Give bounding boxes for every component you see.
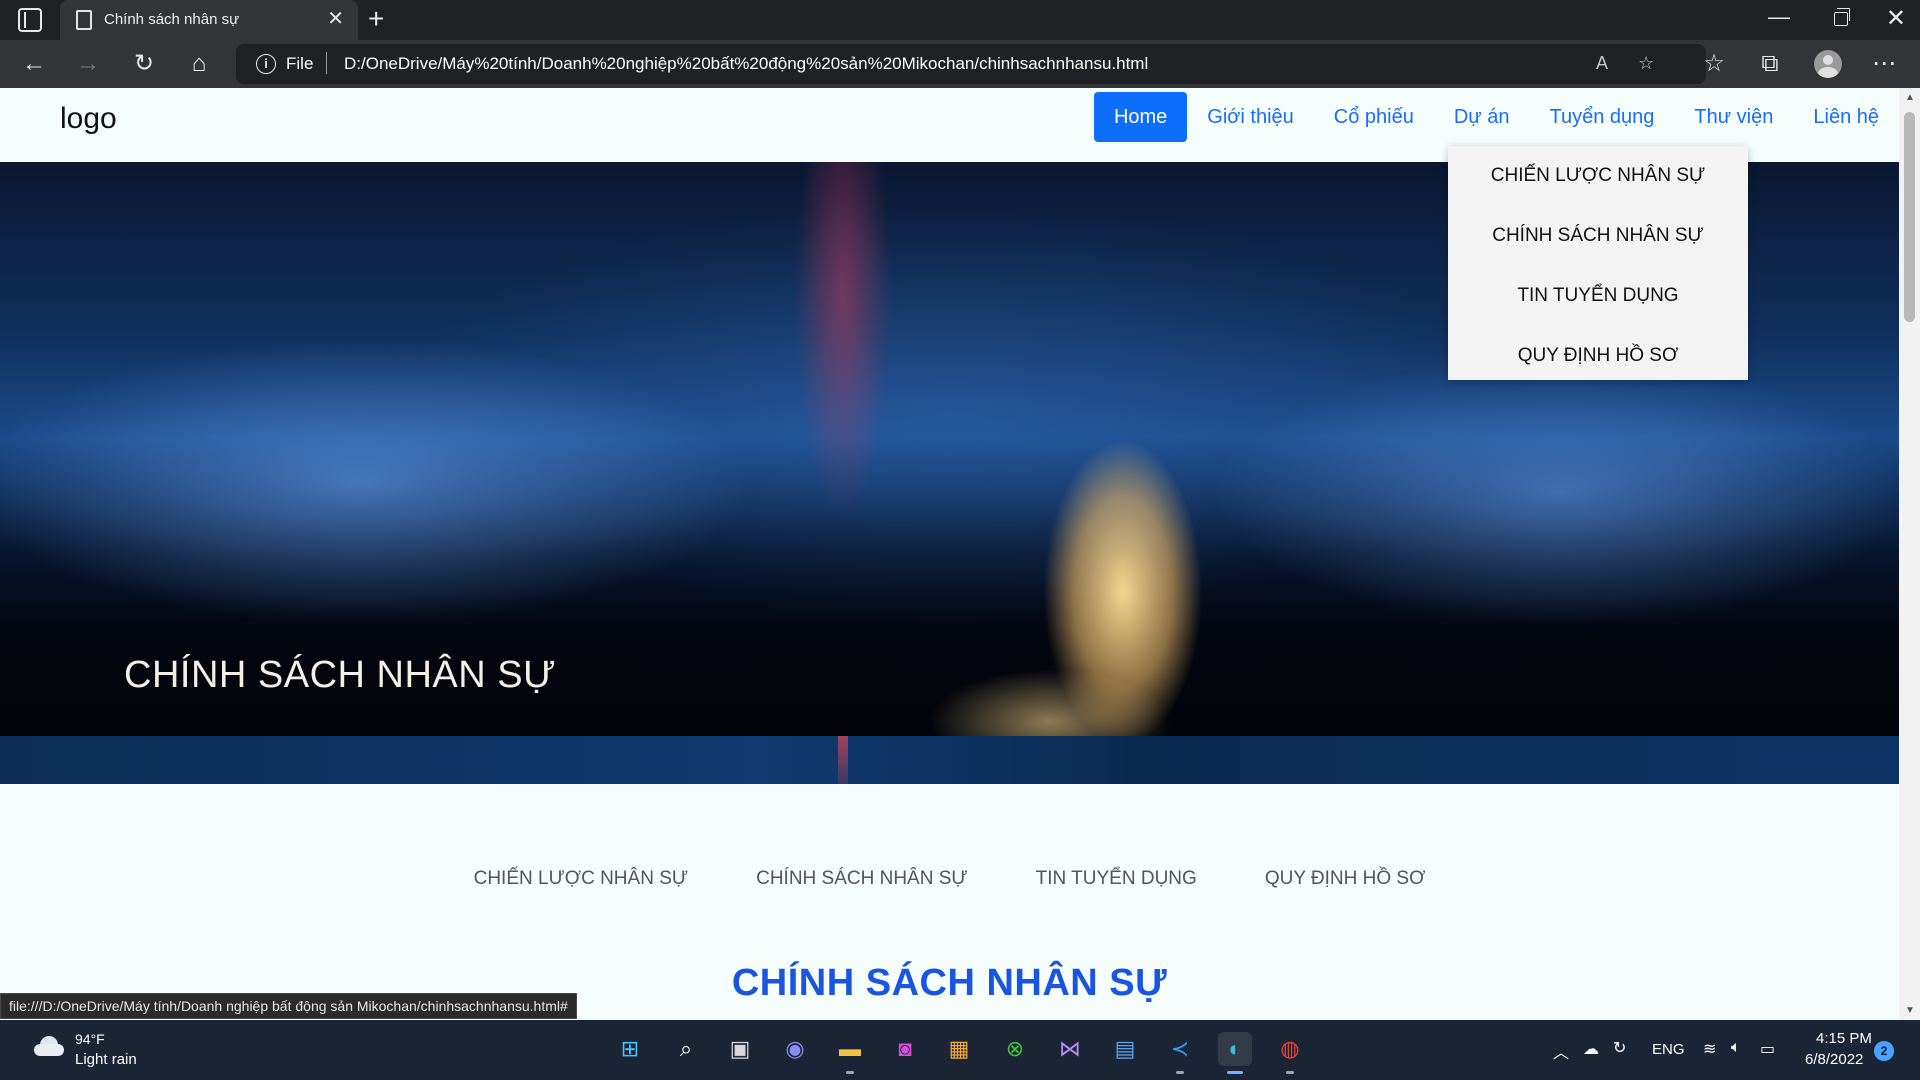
refresh-icon[interactable]: ↻ [130, 50, 158, 78]
store-icon[interactable]: ▦ [942, 1032, 976, 1066]
file-explorer-icon[interactable]: ▬ [833, 1032, 867, 1074]
nav-du-an[interactable]: Dự án [1434, 92, 1530, 142]
nav-thu-vien[interactable]: Thư viện [1674, 92, 1793, 142]
weather-desc[interactable]: Light rain [75, 1051, 137, 1068]
browser-tab-bar: Chính sách nhân sự ✕ + — ✕ [0, 0, 1920, 40]
nav-tuyen-dung[interactable]: Tuyển dụng [1529, 92, 1674, 142]
tab-title: Chính sách nhân sự [104, 11, 240, 28]
search-icon[interactable]: ⌕ [669, 1032, 703, 1066]
chrome-icon[interactable]: ◍ [1273, 1032, 1307, 1074]
section-subnav: CHIẾN LƯỢC NHÂN SỰ CHÍNH SÁCH NHÂN SỰ TI… [0, 868, 1899, 890]
nav-home[interactable]: Home [1093, 92, 1188, 142]
remote-app-icon[interactable]: ▤ [1108, 1032, 1142, 1066]
info-icon[interactable]: i [256, 54, 276, 74]
photo-app-icon[interactable]: ◙ [888, 1032, 922, 1066]
nav-gioi-thieu[interactable]: Giới thiệu [1187, 92, 1313, 142]
clock-date[interactable]: 6/8/2022 [1805, 1051, 1863, 1068]
new-tab-icon[interactable]: + [368, 4, 384, 34]
dropdown-item-chien-luoc[interactable]: CHIẾN LƯỢC NHÂN SỰ [1448, 146, 1748, 206]
nav-lien-he[interactable]: Liên hệ [1793, 92, 1899, 142]
tab-actions-icon[interactable] [18, 8, 42, 32]
address-url[interactable]: D:/OneDrive/Máy%20tính/Doanh%20nghiệp%20… [344, 54, 1148, 74]
taskbar: 94°F Light rain ⊞ ⌕ ▣ ◉ ▬ ◙ ▦ ⊗ ⋈ ▤ ≺ ◐ … [0, 1020, 1920, 1080]
tuyen-dung-dropdown: CHIẾN LƯỢC NHÂN SỰ CHÍNH SÁCH NHÂN SỰ TI… [1448, 146, 1748, 380]
document-icon [76, 10, 92, 30]
start-icon[interactable]: ⊞ [613, 1032, 647, 1066]
add-favorite-icon[interactable]: ☆ [1638, 53, 1654, 74]
language-indicator[interactable]: ENG [1652, 1041, 1685, 1058]
scroll-up-icon[interactable]: ▲ [1905, 92, 1915, 103]
restore-icon[interactable] [1834, 8, 1850, 26]
sync-icon[interactable]: ↻ [1613, 1038, 1626, 1058]
task-view-icon[interactable]: ▣ [723, 1032, 757, 1066]
dropdown-item-tin-tuyen-dung[interactable]: TIN TUYỂN DỤNG [1448, 266, 1748, 326]
edge-icon[interactable]: ◐ [1218, 1032, 1252, 1074]
dropdown-item-quy-dinh[interactable]: QUY ĐỊNH HỒ SƠ [1448, 326, 1748, 386]
vscode-icon[interactable]: ≺ [1163, 1032, 1197, 1074]
address-bar[interactable]: i File D:/OneDrive/Máy%20tính/Doanh%20ng… [236, 44, 1706, 84]
minimize-icon[interactable]: — [1768, 4, 1790, 30]
profile-avatar[interactable] [1814, 50, 1842, 78]
visual-studio-icon[interactable]: ⋈ [1053, 1032, 1087, 1066]
scroll-down-icon[interactable]: ▼ [1905, 1005, 1915, 1016]
subnav-tin-tuyen-dung[interactable]: TIN TUYỂN DỤNG [1036, 868, 1197, 890]
home-icon[interactable]: ⌂ [185, 50, 213, 78]
hero-title: CHÍNH SÁCH NHÂN SỰ [124, 654, 557, 696]
read-aloud-icon[interactable]: A [1596, 53, 1608, 74]
subnav-quy-dinh[interactable]: QUY ĐỊNH HỒ SƠ [1265, 868, 1426, 890]
browser-tab[interactable]: Chính sách nhân sự ✕ [60, 0, 358, 40]
collections-icon[interactable]: ⧉ [1756, 50, 1784, 78]
dropdown-item-chinh-sach[interactable]: CHÍNH SÁCH NHÂN SỰ [1448, 206, 1748, 266]
weather-temp[interactable]: 94°F [75, 1031, 105, 1047]
nav-co-phieu[interactable]: Cổ phiếu [1314, 92, 1434, 142]
clock-time[interactable]: 4:15 PM [1816, 1030, 1872, 1047]
scroll-thumb[interactable] [1904, 112, 1915, 322]
window-close-icon[interactable]: ✕ [1886, 4, 1906, 34]
status-link-preview: file:///D:/OneDrive/Máy tính/Doanh nghiệ… [0, 993, 577, 1019]
web-page: logo Home Giới thiệu Cổ phiếu Dự án Tuyể… [0, 88, 1899, 1020]
hero-bottom-strip [0, 736, 1899, 784]
volume-icon[interactable]: 🔈︎ [1731, 1039, 1741, 1057]
xbox-icon[interactable]: ⊗ [998, 1032, 1032, 1066]
onedrive-icon[interactable]: ☁ [1583, 1039, 1599, 1059]
site-logo[interactable]: logo [60, 102, 117, 136]
address-scheme: File [286, 54, 314, 73]
more-icon[interactable]: ⋯ [1870, 50, 1898, 78]
wifi-icon[interactable]: ≋ [1703, 1039, 1716, 1059]
subnav-chinh-sach[interactable]: CHÍNH SÁCH NHÂN SỰ [756, 868, 968, 890]
page-scrollbar[interactable]: ▲ ▼ [1899, 88, 1920, 1020]
forward-icon[interactable]: → [74, 50, 102, 78]
site-nav: Home Giới thiệu Cổ phiếu Dự án Tuyển dụn… [1093, 92, 1899, 142]
weather-cloud-icon[interactable] [34, 1034, 66, 1056]
chevron-up-icon[interactable]: ︿ [1553, 1039, 1569, 1063]
browser-toolbar: ← → ↻ ⌂ i File D:/OneDrive/Máy%20tính/Do… [0, 40, 1920, 88]
teams-chat-icon[interactable]: ◉ [778, 1032, 812, 1066]
notification-badge[interactable]: 2 [1874, 1041, 1894, 1061]
back-icon[interactable]: ← [20, 50, 48, 78]
close-tab-icon[interactable]: ✕ [327, 8, 344, 30]
address-separator [326, 52, 327, 74]
battery-icon[interactable]: ▭ [1760, 1039, 1775, 1059]
subnav-chien-luoc[interactable]: CHIẾN LƯỢC NHÂN SỰ [474, 868, 689, 890]
favorites-icon[interactable]: ☆ [1700, 50, 1728, 78]
